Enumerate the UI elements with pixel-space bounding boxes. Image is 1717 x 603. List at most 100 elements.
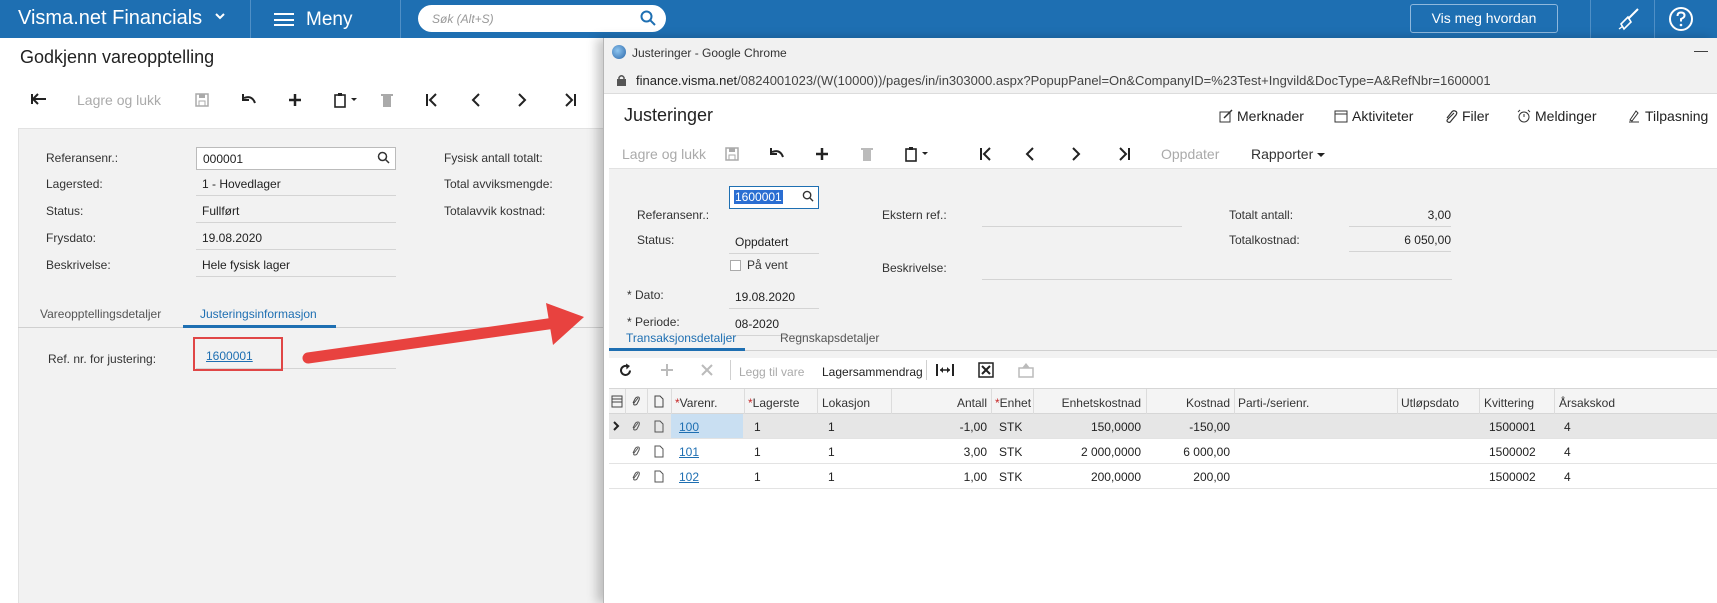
chevron-down-icon[interactable] [214, 9, 226, 26]
add-icon[interactable] [287, 92, 303, 112]
note-icon[interactable] [654, 470, 664, 486]
ext-ref-input[interactable] [982, 226, 1182, 227]
total-qty-value: 3,00 [1349, 208, 1451, 227]
cell-uom: STK [999, 420, 1023, 434]
notes-label: Merknader [1237, 108, 1304, 124]
ref-label: Referansenr.: [46, 151, 119, 165]
notes-button[interactable]: Merknader [1219, 108, 1304, 124]
col-unit-cost[interactable]: Enhetskostnad [1037, 396, 1141, 410]
popup-date-value[interactable]: 19.08.2020 [729, 290, 819, 309]
paperclip-icon[interactable] [631, 445, 641, 461]
address-bar[interactable]: finance.visma.net/0824001023/(W(10000))/… [604, 66, 1717, 94]
delete-row-icon[interactable] [700, 363, 714, 380]
first-record-icon[interactable] [978, 146, 994, 166]
divider [250, 0, 251, 38]
last-record-icon[interactable] [1116, 146, 1132, 166]
adjustment-ref-label: Ref. nr. for justering: [48, 352, 157, 366]
delete-icon[interactable] [860, 146, 874, 166]
add-icon[interactable] [814, 146, 830, 166]
brand-title[interactable]: Visma.net Financials [18, 7, 202, 30]
ext-ref-label: Ekstern ref.: [882, 208, 947, 222]
item-link[interactable]: 100 [679, 420, 699, 434]
item-link[interactable]: 102 [679, 470, 699, 484]
export-excel-icon[interactable] [978, 362, 994, 381]
annotation-arrow [302, 303, 584, 364]
help-icon[interactable] [1668, 6, 1694, 35]
status-label: Status: [46, 204, 84, 218]
paperclip-icon[interactable] [631, 420, 641, 436]
col-lot-serial[interactable]: Parti-/serienr. [1238, 396, 1309, 410]
table-row[interactable]: 100 1 1 -1,00 STK 150,0000 -150,00 15000… [609, 414, 1717, 439]
note-icon[interactable] [654, 445, 664, 461]
hamburger-icon[interactable] [274, 13, 294, 26]
search-icon[interactable] [640, 10, 656, 29]
save-icon[interactable] [724, 146, 740, 166]
undo-icon[interactable] [768, 146, 786, 166]
table-row[interactable]: 101 1 1 3,00 STK 2 000,0000 6 000,00 150… [609, 439, 1717, 464]
tab-count-details[interactable]: Vareopptellingsdetaljer [40, 307, 161, 321]
note-icon[interactable] [654, 420, 664, 436]
cell-location: 1 [828, 420, 835, 434]
minimize-icon[interactable]: — [1694, 42, 1708, 58]
col-uom[interactable]: *Enhet [995, 396, 1031, 410]
on-hold-checkbox[interactable] [730, 260, 741, 271]
previous-record-icon[interactable] [470, 92, 482, 112]
total-cost-label: Totalkostnad: [1229, 233, 1300, 247]
col-reason[interactable]: Årsakskod [1559, 396, 1619, 410]
ref-input[interactable]: 000001 [196, 147, 396, 170]
broom-icon[interactable] [1616, 6, 1642, 35]
search-icon[interactable] [377, 151, 390, 167]
cell-reason: 4 [1564, 420, 1571, 434]
last-record-icon[interactable] [562, 92, 578, 112]
col-cost[interactable]: Kostnad [1150, 396, 1230, 410]
reports-dropdown[interactable]: Rapporter [1251, 146, 1326, 162]
refresh-icon[interactable] [618, 363, 633, 381]
next-record-icon[interactable] [1070, 146, 1082, 166]
delete-icon[interactable] [380, 92, 394, 112]
search-input[interactable]: Søk (Alt+S) [418, 5, 666, 32]
popup-period-label: * Periode: [627, 315, 680, 329]
upload-icon[interactable] [1018, 362, 1034, 381]
col-quantity[interactable]: Antall [895, 396, 987, 410]
table-row[interactable]: 102 1 1 1,00 STK 200,0000 200,00 1500002… [609, 464, 1717, 489]
activities-button[interactable]: Aktiviteter [1334, 108, 1413, 124]
reminders-button[interactable]: Meldinger [1517, 108, 1596, 124]
customize-button[interactable]: Tilpasning [1627, 108, 1708, 124]
update-button[interactable]: Oppdater [1161, 146, 1219, 162]
search-icon[interactable] [802, 190, 814, 205]
back-button[interactable] [30, 92, 48, 110]
grid-settings-icon[interactable] [611, 395, 623, 411]
add-item-button[interactable]: Legg til vare [739, 365, 804, 379]
save-close-button[interactable]: Lagre og lukk [77, 92, 161, 108]
first-record-icon[interactable] [424, 92, 440, 112]
inventory-summary-button[interactable]: Lagersammendrag [822, 365, 923, 379]
popup-desc-input[interactable] [982, 279, 1452, 280]
lock-icon[interactable] [616, 74, 627, 90]
col-warehouse[interactable]: *Lagerste [748, 396, 818, 410]
col-location[interactable]: Lokasjon [822, 396, 870, 410]
previous-record-icon[interactable] [1024, 146, 1036, 166]
paperclip-icon[interactable] [631, 470, 641, 486]
url-text[interactable]: finance.visma.net/0824001023/(W(10000))/… [636, 73, 1491, 88]
tab-accounting-details[interactable]: Regnskapsdetaljer [780, 331, 879, 345]
fit-columns-icon[interactable] [936, 363, 954, 380]
show-me-how-button[interactable]: Vis meg hvordan [1410, 4, 1558, 33]
popup-save-close-button[interactable]: Lagre og lukk [622, 146, 706, 162]
col-expiry[interactable]: Utløpsdato [1401, 396, 1459, 410]
menu-button[interactable]: Meny [306, 9, 352, 31]
tab-divider [609, 350, 1717, 351]
clipboard-dropdown-icon[interactable] [904, 146, 932, 166]
files-button[interactable]: Filer [1444, 108, 1489, 124]
col-receipt[interactable]: Kvittering [1484, 396, 1534, 410]
next-record-icon[interactable] [516, 92, 528, 112]
item-link[interactable]: 101 [679, 445, 699, 459]
col-item[interactable]: *Varenr. [675, 396, 717, 410]
popup-ref-input[interactable]: 1600001 [729, 186, 819, 209]
clipboard-dropdown-icon[interactable] [333, 92, 361, 112]
url-host: finance.visma.net [636, 73, 738, 88]
undo-icon[interactable] [240, 92, 258, 112]
save-icon[interactable] [194, 92, 210, 112]
divider [1654, 0, 1655, 38]
add-row-icon[interactable] [660, 363, 674, 380]
tab-transaction-details[interactable]: Transaksjonsdetaljer [626, 331, 736, 345]
